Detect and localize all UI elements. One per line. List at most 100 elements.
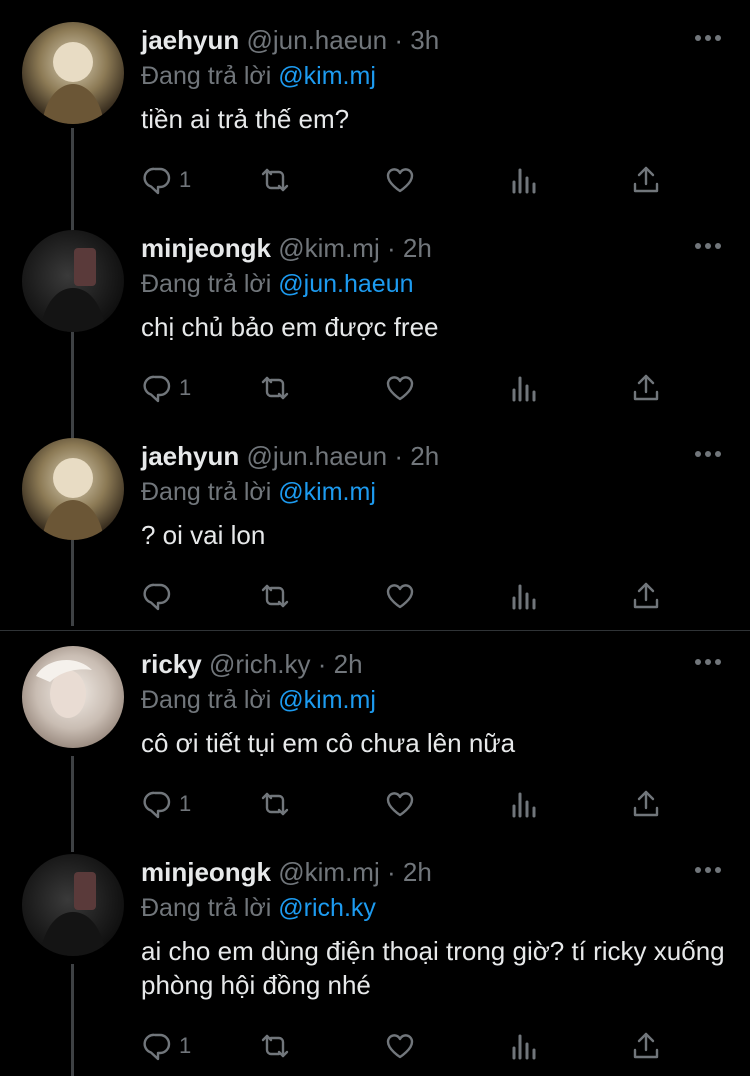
mention-link[interactable]: @kim.mj <box>278 62 376 90</box>
reply-button[interactable]: 1 <box>141 162 191 198</box>
reply-button[interactable]: 1 <box>141 786 191 822</box>
more-icon[interactable] <box>694 866 722 874</box>
tweet-header: minjeongk @kim.mj · 2h <box>141 856 730 888</box>
user-handle[interactable]: @kim.mj <box>278 233 380 263</box>
replying-prefix: Đang trả lời <box>141 478 272 506</box>
tweet[interactable]: jaehyun @jun.haeun · 2h Đang trả lời @ki… <box>0 416 750 630</box>
retweet-icon <box>261 1034 289 1058</box>
views-button[interactable] <box>508 162 540 198</box>
replying-prefix: Đang trả lời <box>141 62 272 90</box>
reply-count: 1 <box>179 1033 192 1058</box>
retweet-button[interactable] <box>259 786 291 822</box>
share-button[interactable] <box>630 370 662 406</box>
reply-button[interactable]: 1 <box>141 370 191 406</box>
heart-icon <box>386 168 414 193</box>
like-button[interactable] <box>384 578 416 614</box>
share-button[interactable] <box>630 786 662 822</box>
avatar[interactable] <box>22 646 124 748</box>
action-bar: 1 <box>141 162 661 198</box>
action-bar: 1 <box>141 786 661 822</box>
display-name[interactable]: ricky <box>141 649 202 679</box>
display-name[interactable]: jaehyun <box>141 441 239 471</box>
user-handle[interactable]: @jun.haeun <box>246 441 387 471</box>
timestamp[interactable]: 2h <box>403 857 432 887</box>
more-icon[interactable] <box>694 658 722 666</box>
more-icon[interactable] <box>694 450 722 458</box>
display-name[interactable]: minjeongk <box>141 857 271 887</box>
reply-button[interactable] <box>141 578 179 614</box>
user-handle[interactable]: @kim.mj <box>278 857 380 887</box>
tweet[interactable]: jaehyun @jun.haeun · 3h Đang trả lời @ki… <box>0 0 750 208</box>
mention-link[interactable]: @kim.mj <box>278 686 376 714</box>
timestamp[interactable]: 2h <box>403 233 432 263</box>
mention-link[interactable]: @jun.haeun <box>278 270 413 298</box>
analytics-icon <box>512 584 536 610</box>
share-icon <box>633 166 659 193</box>
avatar[interactable] <box>22 22 124 124</box>
like-button[interactable] <box>384 1028 416 1064</box>
action-bar: 1 <box>141 370 661 406</box>
tweet[interactable]: minjeongk @kim.mj · 2h Đang trả lời @ric… <box>0 832 750 1076</box>
reply-count: 1 <box>179 167 192 192</box>
tweet[interactable]: minjeongk @kim.mj · 2h Đang trả lời @jun… <box>0 208 750 416</box>
more-icon[interactable] <box>694 34 722 42</box>
avatar[interactable] <box>22 438 124 540</box>
share-icon <box>633 374 659 401</box>
retweet-button[interactable] <box>259 1028 291 1064</box>
avatar[interactable] <box>22 230 124 332</box>
separator-dot: · <box>317 649 327 679</box>
share-button[interactable] <box>630 578 662 614</box>
tweet-header: jaehyun @jun.haeun · 2h <box>141 440 730 472</box>
action-bar: 1 <box>141 1028 661 1064</box>
share-button[interactable] <box>630 162 662 198</box>
tweet-header: minjeongk @kim.mj · 2h <box>141 232 730 264</box>
views-button[interactable] <box>508 578 540 614</box>
tweet-text: ai cho em dùng điện thoại trong giờ? tí … <box>141 936 725 1000</box>
reply-icon <box>143 375 171 403</box>
timestamp[interactable]: 2h <box>410 441 439 471</box>
reply-button[interactable]: 1 <box>141 1028 191 1064</box>
tweet[interactable]: ricky @rich.ky · 2h Đang trả lời @kim.mj… <box>0 624 750 832</box>
user-handle[interactable]: @rich.ky <box>209 649 311 679</box>
analytics-icon <box>512 792 536 818</box>
tweet-text: tiền ai trả thế em? <box>141 104 350 134</box>
timestamp[interactable]: 3h <box>410 25 439 55</box>
tweet-text: cô ơi tiết tụi em cô chưa lên nữa <box>141 728 516 758</box>
views-button[interactable] <box>508 1028 540 1064</box>
heart-icon <box>386 1034 414 1059</box>
views-button[interactable] <box>508 370 540 406</box>
separator-dot: · <box>394 441 404 471</box>
analytics-icon <box>512 376 536 402</box>
mention-link[interactable]: @kim.mj <box>278 478 376 506</box>
like-button[interactable] <box>384 786 416 822</box>
retweet-button[interactable] <box>259 162 291 198</box>
reply-count: 1 <box>179 375 192 400</box>
user-handle[interactable]: @jun.haeun <box>246 25 387 55</box>
reply-icon <box>143 791 171 819</box>
replying-prefix: Đang trả lời <box>141 686 272 714</box>
retweet-icon <box>261 376 289 400</box>
like-button[interactable] <box>384 370 416 406</box>
more-icon[interactable] <box>694 242 722 250</box>
display-name[interactable]: minjeongk <box>141 233 271 263</box>
share-icon <box>633 582 659 609</box>
heart-icon <box>386 792 414 817</box>
views-button[interactable] <box>508 786 540 822</box>
heart-icon <box>386 584 414 609</box>
retweet-button[interactable] <box>259 578 291 614</box>
reply-icon <box>143 167 171 195</box>
mention-link[interactable]: @rich.ky <box>278 894 376 922</box>
share-button[interactable] <box>630 1028 662 1064</box>
reply-icon <box>143 1033 171 1061</box>
retweet-button[interactable] <box>259 370 291 406</box>
replying-to: Đang trả lời @jun.haeun <box>141 268 730 300</box>
retweet-icon <box>261 792 289 816</box>
separator-dot: · <box>386 233 396 263</box>
like-button[interactable] <box>384 162 416 198</box>
avatar[interactable] <box>22 854 124 956</box>
analytics-icon <box>512 1034 536 1060</box>
replying-to: Đang trả lời @kim.mj <box>141 684 730 716</box>
tweet-header: ricky @rich.ky · 2h <box>141 648 730 680</box>
timestamp[interactable]: 2h <box>334 649 363 679</box>
display-name[interactable]: jaehyun <box>141 25 239 55</box>
